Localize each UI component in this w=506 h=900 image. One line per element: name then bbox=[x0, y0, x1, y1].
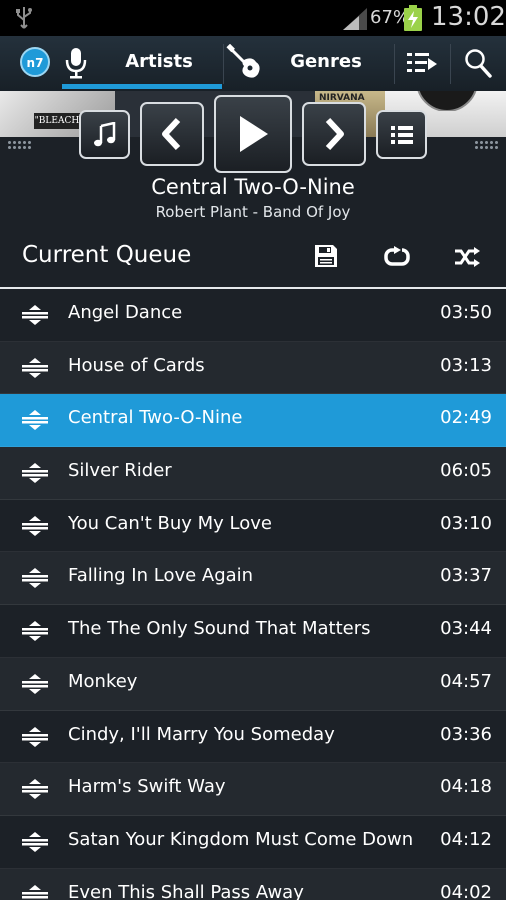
play-button[interactable] bbox=[214, 95, 292, 173]
tab-selected-indicator bbox=[62, 84, 222, 89]
previous-button[interactable] bbox=[140, 102, 204, 166]
action-bar: n7 Artists Genres bbox=[0, 36, 506, 91]
track-title: Angel Dance bbox=[68, 302, 183, 323]
queue-row[interactable]: You Can't Buy My Love 03:10 bbox=[0, 500, 506, 553]
track-title: Silver Rider bbox=[68, 460, 172, 482]
track-duration: 02:49 bbox=[440, 407, 492, 429]
app-logo-icon[interactable]: n7 bbox=[19, 46, 51, 78]
clock: 13:02 bbox=[431, 2, 506, 32]
divider bbox=[223, 44, 224, 84]
drag-handle-icon[interactable] bbox=[22, 357, 48, 378]
play-icon bbox=[240, 116, 268, 152]
queue-row[interactable]: Even This Shall Pass Away 04:02 bbox=[0, 868, 506, 900]
queue-row[interactable]: Monkey 04:57 bbox=[0, 657, 506, 711]
track-duration: 03:37 bbox=[440, 565, 492, 587]
queue-row[interactable]: Satan Your Kingdom Must Come Down 04:12 bbox=[0, 816, 506, 869]
track-title: Harm's Swift Way bbox=[68, 776, 226, 798]
search-icon[interactable] bbox=[464, 48, 492, 78]
drag-handle-icon[interactable] bbox=[22, 831, 48, 852]
drag-handle-icon[interactable] bbox=[22, 463, 48, 484]
track-duration: 03:36 bbox=[440, 723, 492, 745]
queue-row[interactable]: House of Cards 03:13 bbox=[0, 341, 506, 395]
next-button[interactable] bbox=[302, 102, 366, 166]
chevron-right-icon bbox=[325, 117, 344, 151]
svg-text:n7: n7 bbox=[27, 56, 44, 70]
track-duration: 03:44 bbox=[440, 618, 492, 640]
music-note-icon bbox=[93, 121, 115, 146]
chevron-left-icon bbox=[162, 117, 181, 151]
usb-icon bbox=[16, 7, 32, 29]
drag-handle-icon[interactable] bbox=[22, 305, 48, 325]
track-title: Central Two-O-Nine bbox=[68, 407, 243, 429]
list-icon bbox=[390, 125, 413, 144]
track-duration: 03:13 bbox=[440, 354, 492, 376]
grip-dots bbox=[7, 140, 33, 150]
queue-list-button[interactable] bbox=[376, 110, 427, 159]
track-duration: 03:50 bbox=[440, 302, 492, 323]
track-duration: 04:12 bbox=[440, 828, 492, 850]
track-title: Falling In Love Again bbox=[68, 565, 254, 587]
signal-icon bbox=[343, 8, 367, 30]
drag-handle-icon[interactable] bbox=[22, 621, 48, 642]
battery-charging-icon bbox=[404, 5, 422, 31]
album-label: "BLEACH" bbox=[34, 113, 84, 129]
now-playing-title: Central Two-O-Nine bbox=[151, 175, 355, 199]
save-icon[interactable] bbox=[314, 244, 338, 268]
drag-handle-icon[interactable] bbox=[22, 726, 48, 747]
drag-handle-icon[interactable] bbox=[22, 515, 48, 536]
track-duration: 04:02 bbox=[440, 881, 492, 900]
track-title: Cindy, I'll Marry You Someday bbox=[68, 723, 335, 745]
vinyl-record-icon bbox=[417, 91, 477, 111]
track-title: The The Only Sound That Matters bbox=[68, 618, 371, 640]
guitar-icon[interactable] bbox=[226, 44, 264, 82]
queue-row[interactable]: The The Only Sound That Matters 03:44 bbox=[0, 605, 506, 658]
queue-list: Angel Dance 03:50 House of Cards 03:13 Centr… bbox=[0, 289, 506, 900]
play-queue-icon[interactable] bbox=[406, 49, 438, 77]
track-title: Satan Your Kingdom Must Come Down bbox=[68, 828, 414, 850]
track-title: You Can't Buy My Love bbox=[68, 512, 272, 534]
drag-handle-icon[interactable] bbox=[22, 673, 48, 694]
queue-title: Current Queue bbox=[22, 242, 192, 268]
track-duration: 04:18 bbox=[440, 776, 492, 798]
tab-genres[interactable]: Genres bbox=[276, 36, 376, 88]
microphone-icon[interactable] bbox=[63, 46, 89, 80]
track-title: Even This Shall Pass Away bbox=[68, 881, 304, 900]
drag-handle-icon[interactable] bbox=[22, 779, 48, 800]
divider bbox=[394, 44, 395, 84]
status-bar: 67% 13:02 bbox=[0, 0, 506, 36]
drag-handle-icon[interactable] bbox=[22, 410, 48, 431]
tab-artists[interactable]: Artists bbox=[100, 36, 218, 88]
track-title: House of Cards bbox=[68, 354, 205, 376]
queue-row-playing[interactable]: Central Two-O-Nine 02:49 bbox=[0, 394, 506, 448]
drag-handle-icon[interactable] bbox=[22, 884, 48, 900]
shuffle-icon[interactable] bbox=[454, 246, 480, 268]
queue-row[interactable]: Falling In Love Again 03:37 bbox=[0, 552, 506, 606]
grip-dots bbox=[474, 140, 500, 150]
drag-handle-icon[interactable] bbox=[22, 568, 48, 589]
queue-row[interactable]: Cindy, I'll Marry You Someday 03:36 bbox=[0, 711, 506, 764]
divider bbox=[450, 44, 451, 84]
track-title: Monkey bbox=[68, 670, 138, 692]
track-duration: 06:05 bbox=[440, 460, 492, 482]
queue-row[interactable]: Angel Dance 03:50 bbox=[0, 289, 506, 342]
now-playing-artist-album: Robert Plant - Band Of Joy bbox=[155, 203, 351, 221]
library-button[interactable] bbox=[79, 110, 130, 159]
queue-row[interactable]: Harm's Swift Way 04:18 bbox=[0, 763, 506, 816]
queue-row[interactable]: Silver Rider 06:05 bbox=[0, 447, 506, 500]
repeat-icon[interactable] bbox=[383, 246, 411, 268]
track-duration: 04:57 bbox=[440, 670, 492, 692]
track-duration: 03:10 bbox=[440, 512, 492, 534]
